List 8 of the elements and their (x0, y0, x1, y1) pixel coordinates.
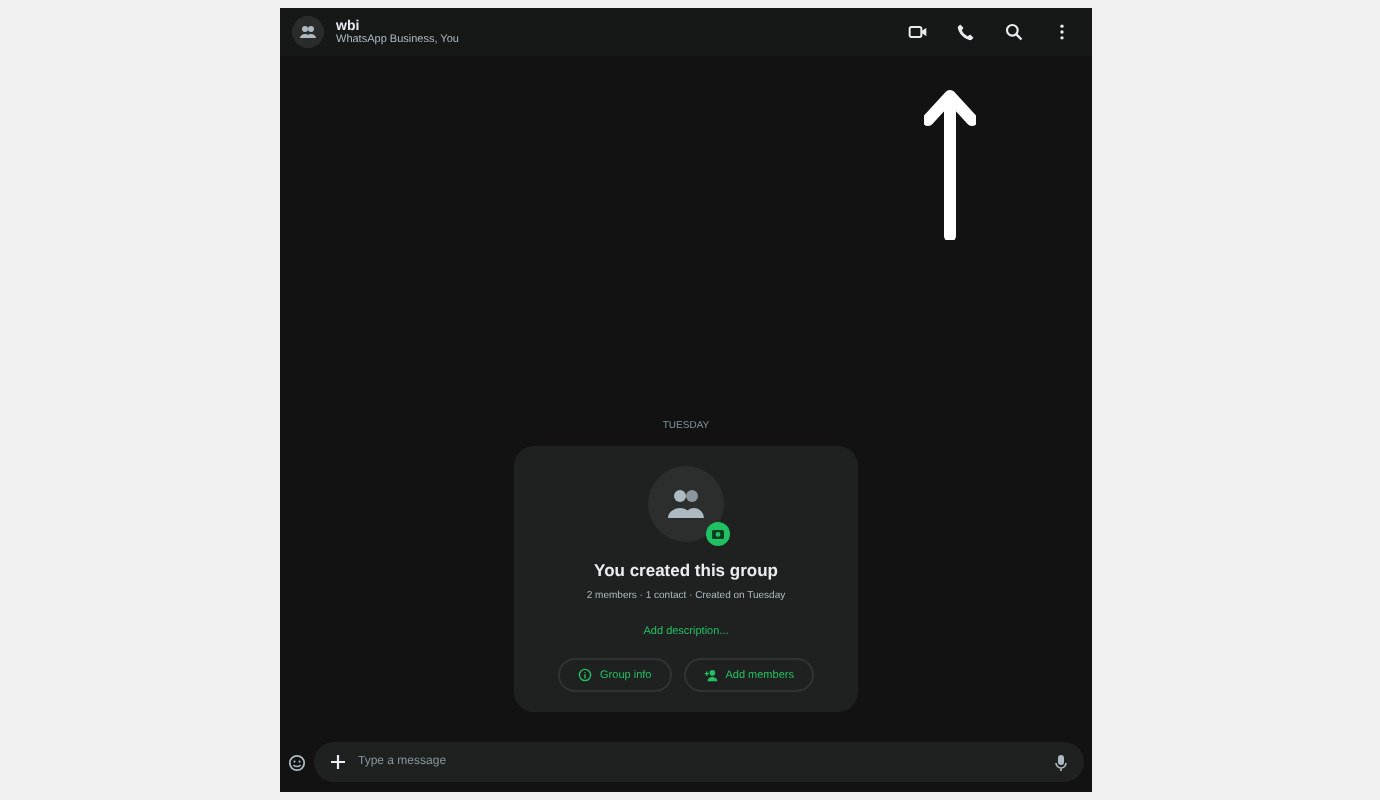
microphone-icon[interactable] (1054, 753, 1068, 771)
sticker-icon[interactable] (288, 753, 306, 771)
card-title: You created this group (594, 560, 778, 580)
people-icon (666, 488, 706, 520)
plus-icon[interactable] (330, 754, 346, 770)
camera-icon[interactable] (706, 522, 730, 546)
add-person-icon (703, 668, 718, 682)
info-icon (578, 668, 593, 682)
